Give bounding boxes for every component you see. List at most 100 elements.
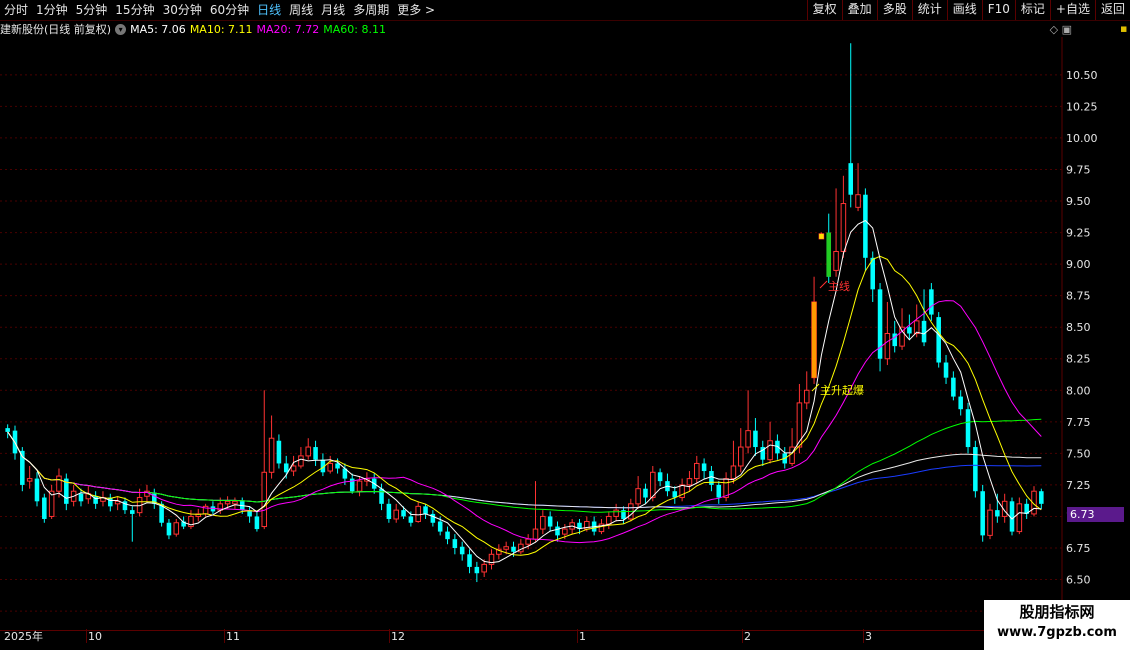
candle	[261, 390, 268, 530]
candle-body	[650, 471, 656, 499]
highlight-candle-body	[819, 233, 824, 239]
price-tick-label: 8.00	[1066, 384, 1091, 397]
tab-intraday[interactable]: 分时	[0, 0, 32, 20]
candle	[320, 453, 326, 477]
candle-body	[452, 539, 458, 548]
date-tick	[863, 629, 864, 643]
candle	[855, 163, 861, 212]
candle	[943, 354, 949, 384]
date-tick	[577, 629, 578, 643]
ma60-value: MA60: 8.11	[323, 22, 386, 36]
candle	[1031, 486, 1037, 517]
draw-line-button[interactable]: 画线	[946, 0, 982, 20]
tab-5min[interactable]: 5分钟	[72, 0, 112, 20]
candle-body	[415, 505, 421, 522]
candle-body	[716, 484, 722, 498]
candle	[518, 539, 524, 555]
diamond-icon[interactable]: ◇	[1050, 23, 1058, 36]
f10-button[interactable]: F10	[981, 0, 1015, 20]
candle	[709, 465, 714, 492]
candle	[349, 473, 355, 494]
overlay-button[interactable]: 叠加	[841, 0, 877, 20]
candle	[93, 491, 98, 509]
multi-stock-button[interactable]: 多股	[876, 0, 912, 20]
tab-monthly[interactable]: 月线	[317, 0, 349, 20]
tab-1min[interactable]: 1分钟	[32, 0, 72, 20]
candle-body	[327, 462, 334, 472]
candle-body	[467, 554, 472, 567]
candle-body	[958, 396, 963, 410]
candle-body	[130, 510, 135, 514]
restore-rights-button[interactable]: 复权	[806, 0, 842, 20]
candle-body	[276, 440, 282, 464]
candle	[408, 511, 414, 527]
candle	[445, 526, 450, 545]
tab-30min[interactable]: 30分钟	[159, 0, 206, 20]
side-info-strip: ▪	[1120, 20, 1130, 450]
top-toolbar: 分时 1分钟 5分钟 15分钟 30分钟 60分钟 日线 周线 月线 多周期 更…	[0, 0, 1130, 21]
candle-body	[525, 538, 531, 545]
candle-body	[606, 515, 612, 525]
add-watchlist-button[interactable]: +自选	[1049, 0, 1095, 20]
tab-daily[interactable]: 日线	[253, 0, 285, 20]
candle-body	[635, 488, 641, 505]
candle	[202, 503, 209, 517]
tab-more-label: 更多	[397, 3, 422, 17]
mark-button[interactable]: 标记	[1014, 0, 1050, 20]
tab-more[interactable]: 更多 >	[393, 0, 439, 20]
candle	[973, 440, 978, 498]
candle-body	[430, 513, 436, 523]
statistics-button[interactable]: 统计	[911, 0, 947, 20]
candle	[1009, 497, 1015, 536]
candle-body	[173, 522, 180, 535]
tab-60min[interactable]: 60分钟	[206, 0, 253, 20]
kline-chart[interactable]: 10.50 10.25 10.00 9.75 9.50 9.25 9.00 8.75 8.50 8…	[0, 37, 1130, 630]
highlight-candle-body	[826, 232, 832, 277]
back-button[interactable]: 返回	[1094, 0, 1130, 20]
candle-body	[283, 463, 289, 473]
candle	[789, 428, 795, 466]
candle	[467, 549, 472, 574]
candle	[254, 511, 260, 532]
candle	[313, 440, 318, 466]
candle-body	[5, 428, 10, 432]
candle-body	[1039, 491, 1044, 504]
tab-multi-period[interactable]: 多周期	[349, 0, 393, 20]
candle	[730, 440, 737, 484]
candle	[415, 501, 421, 523]
candle	[232, 497, 238, 509]
candle	[122, 497, 128, 514]
price-tick-label: 9.25	[1066, 227, 1091, 240]
candle	[980, 484, 985, 542]
candle	[701, 458, 707, 479]
candle	[606, 511, 612, 530]
price-tick-label: 8.25	[1066, 353, 1091, 366]
chevron-down-icon[interactable]: ▾	[115, 23, 127, 35]
tab-15min[interactable]: 15分钟	[111, 0, 158, 20]
candle-body	[884, 333, 891, 360]
candle-body	[26, 478, 33, 482]
date-label-oct: 10	[88, 630, 102, 643]
candle	[796, 383, 803, 454]
candle	[665, 473, 670, 497]
candle-body	[254, 516, 260, 530]
ma60-line	[7, 418, 1042, 513]
candle-body	[298, 455, 304, 467]
candle	[987, 503, 993, 540]
candle-body	[313, 447, 318, 460]
candle-body	[423, 506, 428, 514]
candle-body	[34, 478, 40, 502]
tab-weekly[interactable]: 周线	[285, 0, 317, 20]
candle	[775, 434, 780, 460]
candle	[488, 549, 495, 570]
candle	[173, 518, 180, 537]
candle-body	[833, 250, 839, 271]
candle-body	[401, 510, 406, 517]
candle-body	[459, 546, 465, 555]
candle	[929, 283, 934, 321]
candle-body	[437, 521, 443, 532]
candle-body	[936, 317, 941, 363]
window-icon[interactable]: ▣	[1062, 23, 1072, 36]
candle	[48, 484, 55, 519]
price-tick-label: 7.25	[1066, 479, 1091, 492]
